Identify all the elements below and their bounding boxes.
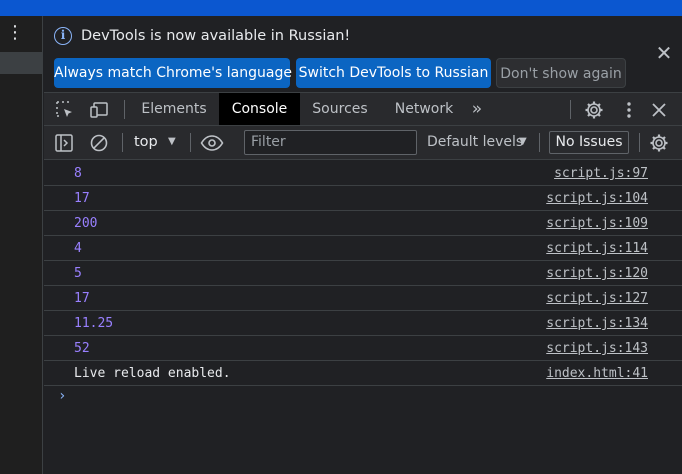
source-link[interactable]: script.js:120 — [546, 266, 648, 281]
tab-sources[interactable]: Sources — [302, 93, 378, 125]
toolbar-separator — [190, 133, 191, 152]
filter-input[interactable]: Filter — [244, 130, 417, 155]
eye-icon[interactable] — [200, 133, 224, 153]
toolbar-separator — [122, 133, 123, 152]
context-selector[interactable]: top — [134, 134, 158, 150]
gear-icon[interactable] — [649, 133, 669, 153]
clear-console-icon[interactable] — [89, 133, 109, 153]
left-pane-selection[interactable] — [0, 52, 42, 74]
more-tabs-button[interactable]: » — [462, 93, 492, 125]
kebab-menu-icon[interactable]: ⋮ — [6, 24, 24, 42]
message-value: 17 — [74, 291, 90, 306]
source-link[interactable]: script.js:114 — [546, 241, 648, 256]
devtools-tab-bar: Elements Console Sources Network » — [44, 92, 682, 126]
message-value: 4 — [74, 241, 82, 256]
tab-separator — [570, 100, 571, 119]
chevron-down-icon[interactable]: ▼ — [168, 136, 176, 147]
source-link[interactable]: script.js:134 — [546, 316, 648, 331]
console-message: 17 script.js:104 — [44, 186, 682, 211]
console-message: 8 script.js:97 — [44, 161, 682, 186]
tab-elements[interactable]: Elements — [132, 93, 216, 125]
console-message: 11.25 script.js:134 — [44, 311, 682, 336]
console-output: 8 script.js:97 17 script.js:104 200 scri… — [44, 161, 682, 474]
console-message: 4 script.js:114 — [44, 236, 682, 261]
infobar-message: DevTools is now available in Russian! — [81, 28, 351, 44]
switch-to-russian-button[interactable]: Switch DevTools to Russian — [296, 58, 491, 88]
console-message: 17 script.js:127 — [44, 286, 682, 311]
dont-show-again-button[interactable]: Don't show again — [496, 58, 626, 88]
chevron-down-icon[interactable]: ▼ — [519, 136, 527, 147]
message-value: 8 — [74, 166, 82, 181]
source-link[interactable]: script.js:109 — [546, 216, 648, 231]
source-link[interactable]: script.js:143 — [546, 341, 648, 356]
browser-top-bar — [0, 0, 682, 16]
source-link[interactable]: script.js:97 — [554, 166, 648, 181]
message-value: 11.25 — [74, 316, 114, 331]
console-message: 5 script.js:120 — [44, 261, 682, 286]
tab-network[interactable]: Network — [384, 93, 464, 125]
console-message: 52 script.js:143 — [44, 336, 682, 361]
inspect-element-icon[interactable] — [55, 100, 75, 120]
toolbar-separator — [639, 133, 640, 152]
close-icon[interactable] — [649, 100, 669, 120]
issues-button[interactable]: No Issues — [549, 131, 629, 154]
tab-console[interactable]: Console — [219, 93, 300, 125]
sidebar-toggle-icon[interactable] — [54, 133, 74, 153]
source-link[interactable]: index.html:41 — [546, 366, 648, 381]
info-icon: i — [54, 27, 72, 45]
source-link[interactable]: script.js:104 — [546, 191, 648, 206]
language-infobar: i DevTools is now available in Russian! … — [44, 16, 682, 92]
message-value: 52 — [74, 341, 90, 356]
kebab-menu-icon[interactable] — [619, 100, 639, 120]
message-value: Live reload enabled. — [74, 366, 231, 381]
always-match-language-button[interactable]: Always match Chrome's language — [54, 58, 292, 88]
device-toolbar-icon[interactable] — [90, 100, 110, 120]
source-link[interactable]: script.js:127 — [546, 291, 648, 306]
console-prompt[interactable]: › — [58, 388, 66, 404]
message-value: 17 — [74, 191, 90, 206]
left-pane: ⋮ — [0, 16, 43, 474]
message-value: 200 — [74, 216, 98, 231]
toolbar-separator — [539, 133, 540, 152]
console-message: 200 script.js:109 — [44, 211, 682, 236]
close-icon[interactable]: ✕ — [655, 43, 673, 63]
console-message: Live reload enabled. index.html:41 — [44, 361, 682, 386]
log-levels-dropdown[interactable]: Default levels — [427, 134, 523, 150]
message-value: 5 — [74, 266, 82, 281]
gear-icon[interactable] — [584, 100, 604, 120]
tab-separator — [124, 100, 125, 119]
console-toolbar: top ▼ Filter Default levels ▼ No Issues — [44, 126, 682, 160]
